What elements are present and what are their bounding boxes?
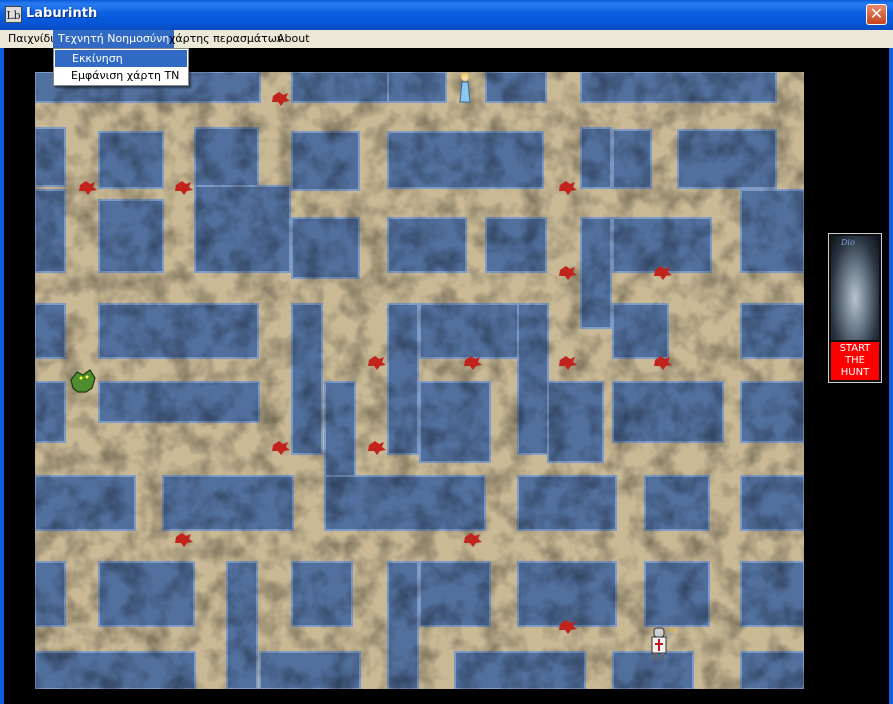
start-hunt-line-3: HUNT <box>840 367 870 378</box>
hunt-panel: Dio START THE HUNT <box>828 233 882 383</box>
app-icon: Lb <box>5 6 22 23</box>
maze-board[interactable] <box>35 72 804 689</box>
menu-ai[interactable]: Τεχνητή Νοημοσύνη <box>53 30 175 48</box>
menu-bar: Παιχνίδι Τεχνητή Νοημοσύνη χάρτης περασμ… <box>0 30 893 48</box>
hunter-logo: Dio <box>841 238 855 247</box>
start-hunt-line-1: START <box>839 343 871 354</box>
menu-passage-map[interactable]: χάρτης περασμάτων <box>164 30 288 48</box>
window-frame-left <box>0 48 4 704</box>
start-hunt-line-2: THE <box>845 355 865 366</box>
close-button[interactable]: ✕ <box>866 4 887 25</box>
menu-item-show-ai-map[interactable]: Εμφάνιση χάρτη ΤΝ <box>54 67 188 84</box>
menu-about[interactable]: About <box>272 30 315 48</box>
start-hunt-button[interactable]: START THE HUNT <box>831 342 879 380</box>
menu-item-start[interactable]: Εκκίνηση <box>55 50 187 67</box>
maze-svg <box>35 72 804 689</box>
princess-sprite <box>458 72 472 104</box>
window-frame-right <box>889 48 893 704</box>
monster-sprite <box>68 366 98 394</box>
hunter-portrait-image <box>831 236 879 340</box>
menu-game[interactable]: Παιχνίδι <box>3 30 59 48</box>
knight-sprite <box>646 626 674 660</box>
ai-dropdown-menu: Εκκίνηση Εμφάνιση χάρτη ΤΝ <box>53 48 189 86</box>
window-title: Laburinth <box>26 6 98 21</box>
title-bar: Lb Laburinth ✕ <box>0 0 893 30</box>
